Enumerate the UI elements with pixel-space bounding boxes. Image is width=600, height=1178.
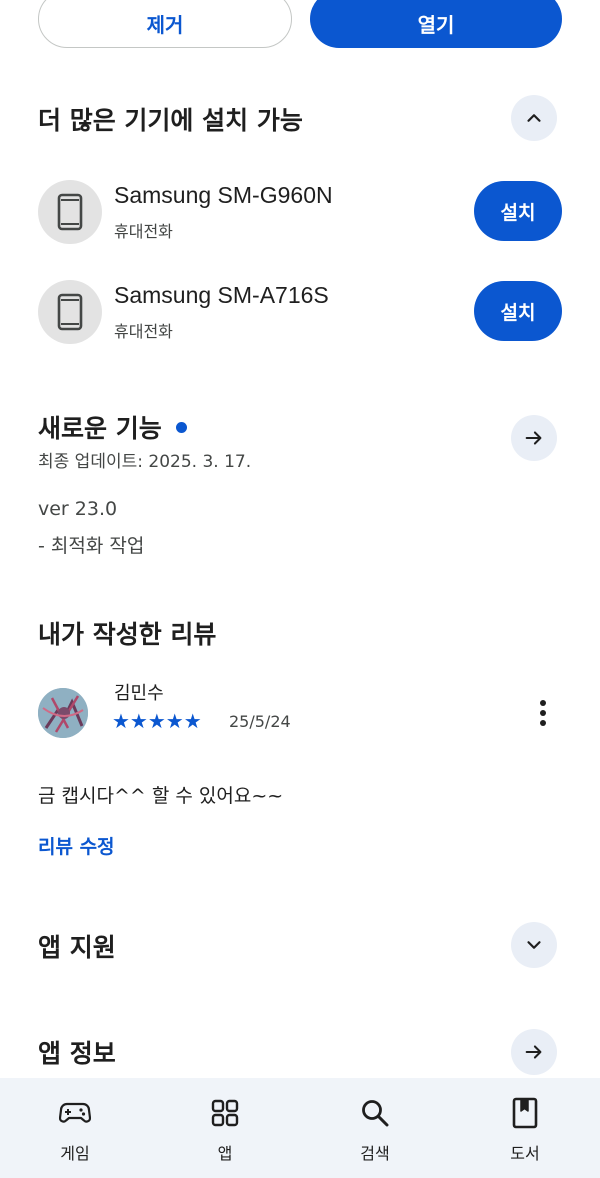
update-note: - 최적화 작업 — [38, 535, 145, 557]
nav-item-games[interactable]: 게임 — [0, 1078, 150, 1178]
review-date: 25/5/24 — [229, 712, 291, 731]
app-info-arrow-button[interactable] — [511, 1029, 557, 1075]
bottom-navigation: 게임 앱 검색 도서 — [0, 1078, 600, 1178]
install-button[interactable]: 설치 — [474, 281, 562, 341]
remove-button[interactable]: 제거 — [38, 0, 292, 48]
device-row: Samsung SM-G960N 휴대전화 설치 — [38, 180, 562, 244]
my-review-title: 내가 작성한 리뷰 — [38, 620, 217, 649]
reviewer-name: 김민수 — [114, 683, 164, 704]
star-rating: ★★★★★ — [112, 709, 202, 733]
app-info-title: 앱 정보 — [38, 1039, 116, 1068]
nav-label: 도서 — [510, 1144, 540, 1163]
book-icon — [508, 1096, 542, 1130]
more-vert-icon — [540, 700, 546, 706]
arrow-right-icon — [525, 431, 542, 445]
device-row: Samsung SM-A716S 휴대전화 설치 — [38, 280, 562, 344]
apps-grid-icon — [208, 1096, 242, 1130]
last-updated: 최종 업데이트: 2025. 3. 17. — [38, 452, 252, 472]
whats-new-header[interactable]: 새로운 기능 — [38, 409, 187, 445]
review-text: 금 캡시다^^ 할 수 있어요~~ — [38, 785, 284, 807]
chevron-up-icon — [527, 114, 541, 122]
top-action-buttons: 제거 열기 — [38, 0, 562, 48]
nav-item-books[interactable]: 도서 — [450, 1078, 600, 1178]
arrow-right-icon — [525, 1045, 542, 1059]
phone-icon — [38, 180, 102, 244]
edit-review-link[interactable]: 리뷰 수정 — [38, 832, 115, 859]
app-support-title: 앱 지원 — [38, 933, 116, 962]
device-type: 휴대전화 — [114, 222, 173, 241]
whats-new-arrow-button[interactable] — [511, 415, 557, 461]
nav-label: 검색 — [360, 1144, 390, 1163]
collapse-devices-button[interactable] — [511, 95, 557, 141]
expand-app-support-button[interactable] — [511, 922, 557, 968]
device-type: 휴대전화 — [114, 322, 173, 341]
version-text: ver 23.0 — [38, 498, 118, 520]
phone-icon — [38, 280, 102, 344]
device-name: Samsung SM-G960N — [114, 182, 333, 208]
nav-item-apps[interactable]: 앱 — [150, 1078, 300, 1178]
search-icon — [358, 1096, 392, 1130]
nav-label: 앱 — [217, 1144, 233, 1163]
new-indicator-dot — [175, 421, 187, 433]
whats-new-title: 새로운 기능 — [38, 414, 162, 443]
nav-label: 게임 — [60, 1144, 90, 1163]
install-button[interactable]: 설치 — [474, 181, 562, 241]
chevron-down-icon — [527, 941, 541, 949]
more-devices-title: 더 많은 기기에 설치 가능 — [38, 106, 303, 135]
nav-item-search[interactable]: 검색 — [300, 1078, 450, 1178]
gamepad-icon — [58, 1096, 92, 1130]
more-options-button[interactable] — [532, 698, 554, 728]
avatar — [38, 688, 88, 738]
open-button[interactable]: 열기 — [310, 0, 562, 48]
device-name: Samsung SM-A716S — [114, 282, 329, 308]
